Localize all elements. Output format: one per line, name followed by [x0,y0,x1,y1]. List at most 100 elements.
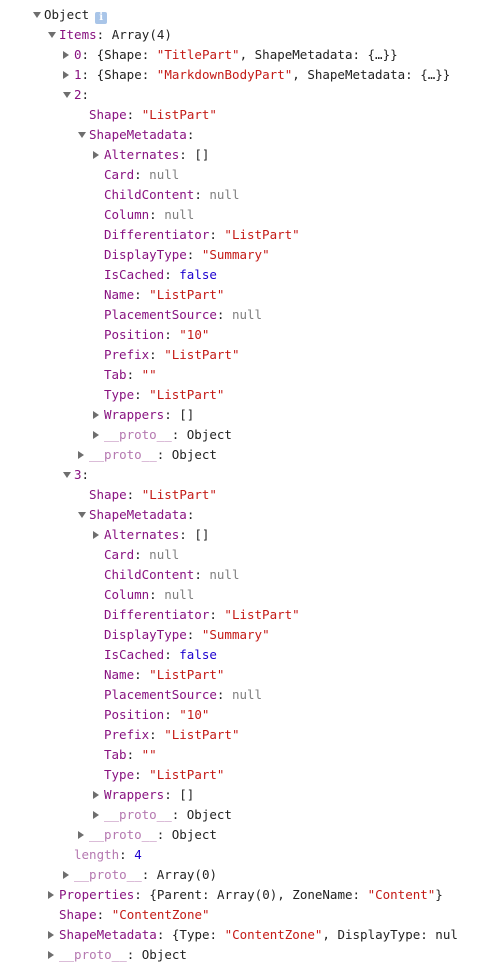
property-alternates[interactable]: Alternates: [] [0,525,497,545]
row-text: Position: "10" [104,325,209,345]
property-value: : [194,567,210,582]
property-value: } [435,887,443,902]
items-entry-2[interactable]: 2: [0,85,497,105]
property-value: : [] [179,527,210,542]
property-shape: Shape: "ListPart" [0,105,497,125]
row-text: Shape: "ListPart" [89,485,217,505]
expand-triangle-right-icon[interactable] [93,531,99,539]
root-object-node[interactable]: Object i [0,5,497,25]
items-entry-0[interactable]: 0: {Shape: "TitlePart", ShapeMetadata: {… [0,45,497,65]
property-key: DisplayType [104,627,187,642]
property-value: "ListPart" [149,767,225,782]
property-shape: Shape: "ListPart" [0,485,497,505]
row-text: Items: Array(4) [59,25,172,45]
row-text: Differentiator: "ListPart" [104,225,300,245]
row-text: 0: {Shape: "TitlePart", ShapeMetadata: {… [74,45,398,65]
property-value: : [134,287,150,302]
property-key: Type [104,387,135,402]
expand-triangle-right-icon[interactable] [78,451,84,459]
row-text: Name: "ListPart" [104,665,224,685]
property-value: : [126,747,142,762]
properties-node[interactable]: Properties: {Parent: Array(0), ZoneName:… [0,885,497,905]
property-column: Column: null [0,205,497,225]
row-text: PlacementSource: null [104,685,262,705]
row-text: Type: "ListPart" [104,765,224,785]
property-key: Shape [89,487,127,502]
shape-metadata-node[interactable]: ShapeMetadata: {Type: "ContentZone", Dis… [0,925,497,945]
expand-triangle-right-icon[interactable] [93,791,99,799]
property-value: , ShapeMetadata: {…}} [239,47,398,62]
expand-triangle-right-icon[interactable] [63,71,69,79]
property-key: 3 [74,467,82,482]
property-key: Shape [59,907,97,922]
property-value: : [209,607,225,622]
property-value: : [164,707,180,722]
proto-node[interactable]: __proto__: Array(0) [0,865,497,885]
property-key: IsCached [104,647,165,662]
property-key: ChildContent [104,567,195,582]
expand-triangle-down-icon[interactable] [63,92,71,98]
expand-triangle-right-icon[interactable] [93,811,99,819]
property-key: ShapeMetadata [59,927,157,942]
proto-node[interactable]: __proto__: Object [0,425,497,445]
items-entry-3[interactable]: 3: [0,465,497,485]
expand-triangle-right-icon[interactable] [93,431,99,439]
property-value: : Array(4) [96,27,172,42]
property-value: : [126,367,142,382]
proto-node[interactable]: __proto__: Object [0,945,497,965]
items-node[interactable]: Items: Array(4) [0,25,497,45]
property-value: "ContentZone" [224,927,323,942]
expand-triangle-right-icon[interactable] [48,951,54,959]
expand-triangle-right-icon[interactable] [48,891,54,899]
property-value: "Content" [367,887,436,902]
property-value: : [134,667,150,682]
expand-triangle-down-icon[interactable] [48,32,56,38]
property-value: "TitlePart" [156,47,240,62]
property-key: ShapeMetadata [89,127,187,142]
property-value: null [209,187,240,202]
property-value: : [216,307,232,322]
property-key: ChildContent [104,187,195,202]
shape-metadata-node[interactable]: ShapeMetadata: [0,505,497,525]
property-key: Tab [104,367,127,382]
expand-triangle-right-icon[interactable] [93,411,99,419]
row-text: IsCached: false [104,645,217,665]
property-value: : [209,227,225,242]
row-text: Wrappers: [] [104,405,194,425]
row-text: DisplayType: "Summary" [104,625,270,645]
proto-node[interactable]: __proto__: Object [0,445,497,465]
property-value: : [] [179,147,210,162]
row-text: Prefix: "ListPart" [104,345,239,365]
property-key: Prefix [104,727,150,742]
row-text: Name: "ListPart" [104,285,224,305]
expand-triangle-down-icon[interactable] [78,132,86,138]
property-value: : [] [164,407,195,422]
expand-triangle-right-icon[interactable] [63,51,69,59]
property-alternates[interactable]: Alternates: [] [0,145,497,165]
proto-node[interactable]: __proto__: Object [0,825,497,845]
property-wrappers[interactable]: Wrappers: [] [0,405,497,425]
expand-triangle-down-icon[interactable] [78,512,86,518]
property-value: , ShapeMetadata: {…}} [292,67,451,82]
property-value: : {Shape: [81,47,157,62]
expand-triangle-down-icon[interactable] [63,472,71,478]
property-wrappers[interactable]: Wrappers: [] [0,785,497,805]
expand-triangle-right-icon[interactable] [48,931,54,939]
property-placement-source: PlacementSource: null [0,305,497,325]
proto-node[interactable]: __proto__: Object [0,805,497,825]
expand-triangle-right-icon[interactable] [63,871,69,879]
property-key: Shape [89,107,127,122]
property-value: "10" [179,327,210,342]
shape-metadata-node[interactable]: ShapeMetadata: [0,125,497,145]
property-value: : [164,267,180,282]
property-value: null [164,587,195,602]
items-entry-1[interactable]: 1: {Shape: "MarkdownBodyPart", ShapeMeta… [0,65,497,85]
info-icon[interactable]: i [95,12,108,24]
property-value: 4 [134,847,142,862]
property-key: 2 [74,87,82,102]
expand-triangle-right-icon[interactable] [93,151,99,159]
row-text: __proto__: Object [104,805,232,825]
property-key: __proto__ [59,947,127,962]
expand-triangle-down-icon[interactable] [33,12,41,18]
expand-triangle-right-icon[interactable] [78,831,84,839]
